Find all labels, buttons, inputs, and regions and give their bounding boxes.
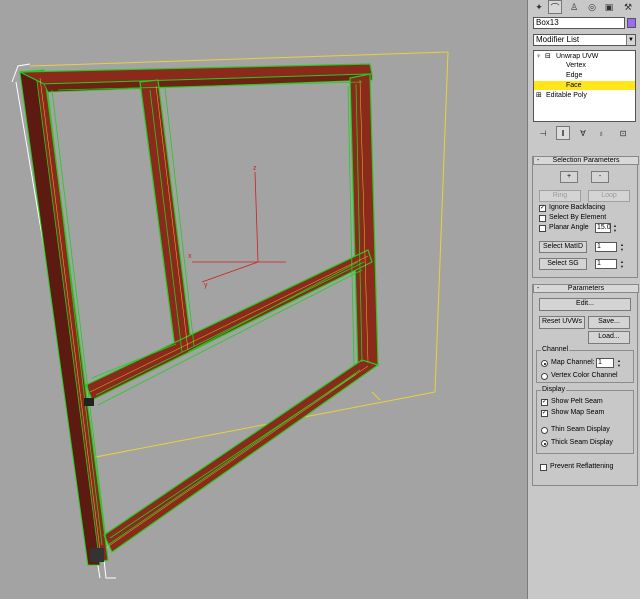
ring-button[interactable]: Ring xyxy=(539,190,581,202)
matid-spinner[interactable]: 1 xyxy=(595,242,617,252)
vertex-color-channel-radio[interactable] xyxy=(541,373,548,380)
show-map-seam-label: Show Map Seam xyxy=(551,409,605,416)
show-pelt-seam-checkbox[interactable]: ✓ xyxy=(541,399,548,406)
spinner-arrows-icon[interactable]: ▲ ▼ xyxy=(612,223,618,233)
show-pelt-seam-label: Show Pelt Seam xyxy=(551,398,603,405)
parameters-rollout: - Parameters Edit... Reset UVWs Save... … xyxy=(532,284,639,486)
stack-item-edge[interactable]: Edge xyxy=(534,71,635,80)
select-matid-button[interactable]: Select MatID xyxy=(539,241,587,253)
stack-item-editable-poly[interactable]: ⊞ Editable Poly xyxy=(534,91,635,100)
stack-toolbar: ⊣ ‖ ∀ ♁ ⊡ xyxy=(530,126,640,141)
map-channel-label: Map Channel: xyxy=(551,359,595,366)
channel-group-title: Channel xyxy=(541,346,570,354)
spinner-arrows-icon[interactable]: ▲ ▼ xyxy=(616,358,622,368)
stack-item-label: Edge xyxy=(566,72,583,79)
selection-parameters-rollout: - Selection Parameters + - Ring Loop ✓ I… xyxy=(532,156,639,278)
expand-icon[interactable]: ⊞ xyxy=(536,91,542,100)
sg-spinner[interactable]: 1 xyxy=(595,259,617,269)
stack-item-label: Vertex xyxy=(566,62,586,69)
map-channel-radio[interactable] xyxy=(541,360,548,367)
reset-uvws-button[interactable]: Reset UVWs xyxy=(539,316,585,329)
stack-item-label: Editable Poly xyxy=(546,92,587,99)
modifier-stack[interactable]: ♀ ⊟ Unwrap UVW Vertex Edge Face ⊞ Editab… xyxy=(533,50,636,122)
frame-joint xyxy=(84,398,94,406)
make-unique-icon[interactable]: ∀ xyxy=(576,126,590,140)
command-panel-tabs: ✦ ⌒ ♙ ◎ ▣ ⚒ xyxy=(530,0,640,15)
lightbulb-icon[interactable]: ♀ xyxy=(536,52,541,61)
thick-seam-display-label: Thick Seam Display xyxy=(551,439,613,446)
frame-joint xyxy=(90,548,104,562)
hierarchy-tab-icon[interactable]: ♙ xyxy=(567,0,581,14)
vertex-color-channel-label: Vertex Color Channel xyxy=(551,372,618,379)
object-name-field[interactable]: Box13 xyxy=(533,17,625,29)
planar-angle-checkbox[interactable] xyxy=(539,225,546,232)
select-by-element-label: Select By Element xyxy=(549,214,607,221)
ignore-backfacing-checkbox[interactable]: ✓ xyxy=(539,205,546,212)
loop-button[interactable]: Loop xyxy=(588,190,630,202)
prevent-reflattening-label: Prevent Reflattening xyxy=(550,463,614,470)
select-by-element-checkbox[interactable] xyxy=(539,215,546,222)
save-button[interactable]: Save... xyxy=(588,316,630,329)
collapse-icon: - xyxy=(537,157,540,164)
modify-tab-icon[interactable]: ⌒ xyxy=(548,0,562,14)
command-panel: ✦ ⌒ ♙ ◎ ▣ ⚒ Box13 Modifier List ▼ ♀ ⊟ Un… xyxy=(530,0,640,599)
planar-angle-label: Planar Angle xyxy=(549,224,589,231)
rollout-title: Parameters xyxy=(567,285,605,292)
pin-stack-icon[interactable]: ⊣ xyxy=(536,126,550,140)
display-group: Display ✓ Show Pelt Seam ✓ Show Map Seam… xyxy=(536,386,634,454)
remove-modifier-icon[interactable]: ♁ xyxy=(594,126,608,140)
thin-seam-display-label: Thin Seam Display xyxy=(551,426,610,433)
window-frame-mesh[interactable] xyxy=(19,63,380,566)
collapse-icon[interactable]: ⊟ xyxy=(545,52,551,61)
display-group-title: Display xyxy=(541,386,566,394)
modifier-list-label: Modifier List xyxy=(536,35,580,44)
grow-selection-button[interactable]: + xyxy=(560,171,578,183)
object-color-swatch[interactable] xyxy=(627,18,636,28)
map-channel-spinner[interactable]: 1 xyxy=(596,358,614,368)
rollout-title: Selection Parameters xyxy=(552,157,620,164)
perspective-viewport[interactable]: z y x xyxy=(0,0,527,599)
configure-sets-icon[interactable]: ⊡ xyxy=(616,126,630,140)
select-sg-button[interactable]: Select SG xyxy=(539,258,587,270)
parameters-header[interactable]: - Parameters xyxy=(533,284,639,293)
load-button[interactable]: Load... xyxy=(588,331,630,344)
axis-z-label: z xyxy=(253,165,257,172)
ignore-backfacing-label: Ignore Backfacing xyxy=(549,204,606,211)
collapse-icon: - xyxy=(537,285,540,292)
show-map-seam-checkbox[interactable]: ✓ xyxy=(541,410,548,417)
display-tab-icon[interactable]: ▣ xyxy=(602,0,616,14)
spinner-arrows-icon[interactable]: ▲ ▼ xyxy=(619,259,625,269)
planar-angle-spinner[interactable]: 15.0 xyxy=(595,223,611,233)
spinner-arrows-icon[interactable]: ▲ ▼ xyxy=(619,242,625,252)
edit-button[interactable]: Edit... xyxy=(539,298,631,311)
axis-y-label: y xyxy=(204,282,208,289)
axis-x-label: x xyxy=(188,253,192,260)
viewport-scene[interactable]: z y x xyxy=(0,0,527,599)
show-end-result-icon[interactable]: ‖ xyxy=(556,126,570,140)
shrink-selection-button[interactable]: - xyxy=(591,171,609,183)
axis-tripod xyxy=(192,171,286,283)
selection-parameters-header[interactable]: - Selection Parameters xyxy=(533,156,639,165)
thin-seam-display-radio[interactable] xyxy=(541,427,548,434)
thick-seam-display-radio[interactable] xyxy=(541,440,548,447)
stack-item-vertex[interactable]: Vertex xyxy=(534,61,635,70)
create-tab-icon[interactable]: ✦ xyxy=(532,0,546,14)
channel-group: Channel Map Channel: 1 ▲ ▼ Vertex Color C… xyxy=(536,346,634,383)
utilities-tab-icon[interactable]: ⚒ xyxy=(621,0,635,14)
prevent-reflattening-checkbox[interactable] xyxy=(540,464,547,471)
stack-item-label: Face xyxy=(566,82,582,89)
stack-item-label: Unwrap UVW xyxy=(556,53,599,60)
modifier-list-dropdown[interactable]: Modifier List ▼ xyxy=(533,34,636,46)
stack-item-unwrap-uvw[interactable]: ♀ ⊟ Unwrap UVW xyxy=(534,52,635,61)
chevron-down-icon[interactable]: ▼ xyxy=(626,35,635,45)
motion-tab-icon[interactable]: ◎ xyxy=(585,0,599,14)
stack-item-face[interactable]: Face xyxy=(534,81,635,90)
